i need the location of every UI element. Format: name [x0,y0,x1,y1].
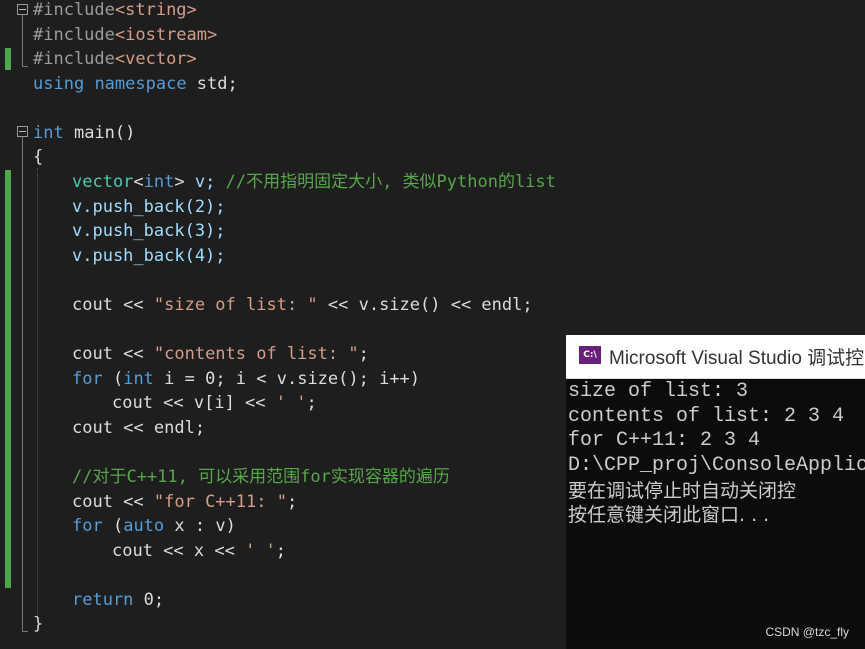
code-text: cout << endl; [72,418,206,438]
console-output-line: D:\CPP_proj\ConsoleApplic [568,454,865,477]
console-output-line: 按任意键关闭此窗口. . . [568,504,770,526]
code-line-16: for (int i = 0; i < v.size(); i++) [72,367,420,391]
code-line-9: v.push_back(2); [72,195,226,219]
code-text: cout << [72,295,154,315]
console-output-line: contents of list: 2 3 4 [568,405,845,428]
keyword: using [33,74,85,94]
code-text: ; [306,393,317,413]
fold-guide-end [22,66,28,67]
code-text: main() [63,123,136,143]
code-line-20: //对于C++11, 可以采用范围for实现容器的遍历 [72,465,450,489]
keyword: int [123,369,154,389]
code-line-26: } [33,612,43,636]
variable: v; [184,172,226,192]
code-text: < [133,172,144,192]
keyword: int [143,172,175,192]
include-header: <vector> [114,49,197,69]
code-line-4: using namespace std; [33,72,238,96]
code-line-15: cout << "contents of list: "; [72,342,369,366]
code-line-21: cout << "for C++11: "; [72,490,297,514]
fold-guide-end [22,631,28,632]
code-text: x : v) [164,516,236,536]
console-output-line: for C++11: 2 3 4 [568,429,761,452]
fold-guide [22,15,23,66]
keyword: int [33,123,64,143]
keyword: namespace [94,74,187,94]
code-text: ; [275,541,287,561]
preprocessor-directive: #include [33,0,115,20]
collapse-icon[interactable]: − [17,4,28,15]
change-indicator [5,170,11,588]
code-text: std; [186,74,238,94]
collapse-icon[interactable]: − [17,126,28,137]
debug-console-window[interactable]: C:\ Microsoft Visual Studio 调试控 size of … [566,335,865,649]
preprocessor-directive: #include [33,49,115,69]
code-text: i = 0; i < v.size(); i++) [153,369,421,389]
code-text: << v.size() << endl; [317,295,533,315]
include-header: <iostream> [114,25,218,45]
code-text: cout << [72,492,154,512]
code-line-7: { [33,145,43,169]
code-text: cout << x << [112,541,246,561]
code-line-23: cout << x << ' '; [112,539,286,563]
code-text: ; [286,492,298,512]
console-title: Microsoft Visual Studio 调试控 [609,348,865,369]
keyword: auto [123,516,165,536]
code-line-25: return 0; [72,588,164,612]
code-text: ( [102,369,124,389]
string-literal: "contents of list: " [153,344,359,364]
keyword: for [72,516,103,536]
code-text: { [33,147,44,167]
keyword: for [72,369,103,389]
code-text: cout << v[i] << [112,393,276,413]
code-text: cout << [72,344,154,364]
keyword: return [72,590,134,610]
indent-guide [37,168,38,616]
change-indicator [5,48,11,70]
console-output-line: size of list: 3 [568,380,749,403]
code-text: 0; [133,590,165,610]
code-line-2: #include<iostream> [33,23,217,47]
code-line-8: vector<int> v; //不用指明固定大小, 类似Python的list [72,170,556,194]
code-line-17: cout << v[i] << ' '; [112,391,317,415]
code-text: ; [358,344,369,364]
code-line-13: cout << "size of list: " << v.size() << … [72,293,533,317]
code-text: v.push_back(3); [72,221,226,241]
code-line-22: for (auto x : v) [72,514,236,538]
string-literal: "for C++11: " [153,492,287,512]
code-comment: //对于C++11, 可以采用范围for实现容器的遍历 [72,467,450,487]
watermark: CSDN @tzc_fly [765,625,849,639]
console-app-icon: C:\ [579,346,601,364]
code-line-11: v.push_back(4); [72,244,226,268]
string-literal: "size of list: " [153,295,318,315]
code-text: ( [102,516,124,536]
code-text: v.push_back(2); [72,197,226,217]
code-line-1: #include<string> [33,0,197,22]
char-literal: ' ' [245,541,276,561]
code-comment: //不用指明固定大小, 类似Python的list [225,172,556,192]
fold-guide [22,137,23,631]
code-text: } [33,614,44,634]
console-titlebar[interactable]: C:\ Microsoft Visual Studio 调试控 [566,335,865,379]
code-line-10: v.push_back(3); [72,219,226,243]
char-literal: ' ' [275,393,307,413]
code-line-6: int main() [33,121,135,145]
console-output-line: 要在调试停止时自动关闭控 [568,480,797,502]
preprocessor-directive: #include [33,25,115,45]
code-line-18: cout << endl; [72,416,205,440]
code-text: > [174,172,185,192]
include-header: <string> [114,0,197,20]
type-name: vector [72,172,134,192]
code-line-3: #include<vector> [33,47,197,71]
code-text: v.push_back(4); [72,246,226,266]
